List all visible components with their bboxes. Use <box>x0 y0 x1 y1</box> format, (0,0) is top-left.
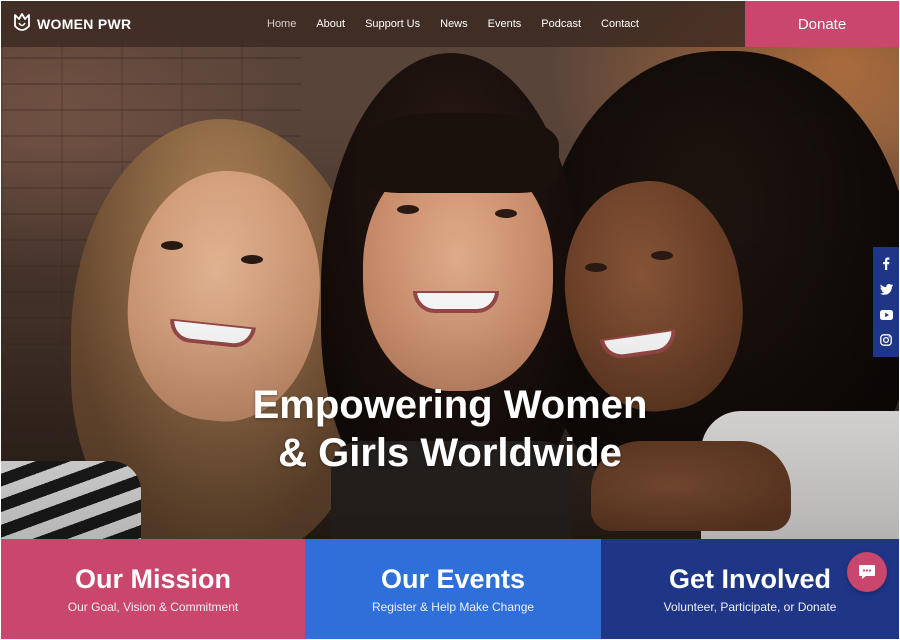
panel-our-mission[interactable]: Our Mission Our Goal, Vision & Commitmen… <box>1 539 305 639</box>
nav-item-news[interactable]: News <box>440 18 468 30</box>
panel-get-involved[interactable]: Get Involved Volunteer, Participate, or … <box>601 539 899 639</box>
panel-subtitle: Volunteer, Participate, or Donate <box>663 600 837 614</box>
nav-item-support-us[interactable]: Support Us <box>365 18 420 30</box>
chat-button[interactable] <box>847 552 887 592</box>
hero-headline-line-1: Empowering Women <box>252 383 648 427</box>
panel-subtitle: Our Goal, Vision & Commitment <box>67 600 239 614</box>
social-bar <box>873 247 899 357</box>
facebook-icon[interactable] <box>879 257 893 271</box>
site-header: WOMEN PWR Home About Support Us News Eve… <box>1 1 899 47</box>
panel-title: Our Mission <box>74 564 231 594</box>
nav-item-contact[interactable]: Contact <box>601 18 639 30</box>
site-logo[interactable]: WOMEN PWR <box>13 13 243 35</box>
brand-name: WOMEN PWR <box>37 16 132 32</box>
instagram-icon[interactable] <box>879 333 893 347</box>
nav-item-podcast[interactable]: Podcast <box>541 18 581 30</box>
panel-subtitle: Register & Help Make Change <box>371 600 535 614</box>
hero-headline: Empowering Women & Girls Worldwide <box>1 381 899 477</box>
youtube-icon[interactable] <box>879 308 893 322</box>
panel-title: Get Involved <box>668 564 832 594</box>
nav-item-events[interactable]: Events <box>488 18 522 30</box>
nav-item-about[interactable]: About <box>316 18 345 30</box>
nav-item-home[interactable]: Home <box>267 18 296 30</box>
crown-shield-icon <box>14 13 30 31</box>
donate-button[interactable]: Donate <box>745 1 899 47</box>
panel-title: Our Events <box>380 564 526 594</box>
hero-headline-line-2: & Girls Worldwide <box>278 431 622 475</box>
twitter-icon[interactable] <box>879 282 893 296</box>
chat-bubble-icon <box>859 565 875 579</box>
panel-our-events[interactable]: Our Events Register & Help Make Change <box>305 539 601 639</box>
page: WOMEN PWR Home About Support Us News Eve… <box>1 1 899 639</box>
main-nav: Home About Support Us News Events Podcas… <box>267 18 659 30</box>
